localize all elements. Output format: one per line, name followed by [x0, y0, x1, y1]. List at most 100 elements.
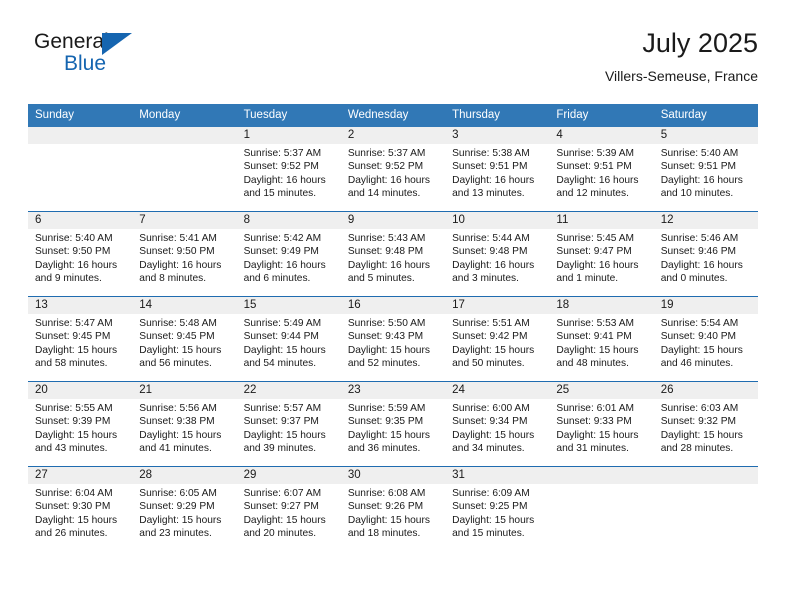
day-number: 13 [28, 297, 133, 314]
daylight-text-line1: Daylight: 16 hours [243, 174, 326, 186]
day-cell[interactable]: 11 Sunrise: 5:45 AM Sunset: 9:47 PM Dayligh… [549, 211, 654, 297]
sunrise-text: Sunrise: 5:40 AM [660, 148, 739, 159]
day-number: 14 [132, 297, 237, 314]
day-cell[interactable] [653, 466, 758, 551]
day-number: 8 [236, 212, 341, 229]
daylight-text-line2: and 31 minutes. [556, 443, 629, 455]
day-number: 21 [132, 382, 237, 399]
daylight-text-line2: and 34 minutes. [452, 443, 525, 455]
day-cell[interactable]: 21 Sunrise: 5:56 AM Sunset: 9:38 PM Dayligh… [132, 381, 237, 467]
day-cell[interactable]: 8 Sunrise: 5:42 AM Sunset: 9:49 PM Daylight… [236, 211, 341, 297]
calendar-body: 1 Sunrise: 5:37 AM Sunset: 9:52 PM Daylight… [28, 127, 758, 551]
day-cell[interactable]: 3 Sunrise: 5:38 AM Sunset: 9:51 PM Daylight… [445, 127, 550, 212]
day-cell[interactable]: 19 Sunrise: 5:54 AM Sunset: 9:40 PM Dayligh… [653, 296, 758, 382]
day-details: Sunrise: 6:07 AM Sunset: 9:27 PM Daylight:… [237, 484, 341, 541]
title-block: July 2025 Villers-Semeuse, France [605, 26, 758, 86]
sunset-text: Sunset: 9:42 PM [452, 331, 528, 343]
day-number: 2 [340, 127, 446, 144]
day-cell[interactable]: 17 Sunrise: 5:51 AM Sunset: 9:42 PM Dayligh… [445, 296, 550, 382]
brand-logo[interactable]: General Blue [34, 30, 194, 86]
sunset-text: Sunset: 9:32 PM [660, 416, 737, 428]
day-cell[interactable]: 22 Sunrise: 5:57 AM Sunset: 9:37 PM Dayligh… [236, 381, 341, 467]
day-details: Sunrise: 5:42 AM Sunset: 9:49 PM Daylight:… [237, 229, 341, 286]
sunrise-text: Sunrise: 5:44 AM [452, 233, 530, 244]
day-cell[interactable]: 9 Sunrise: 5:43 AM Sunset: 9:48 PM Daylight… [340, 211, 446, 297]
day-cell[interactable]: 10 Sunrise: 5:44 AM Sunset: 9:48 PM Dayligh… [445, 211, 550, 297]
day-cell[interactable]: 24 Sunrise: 6:00 AM Sunset: 9:34 PM Dayligh… [445, 381, 550, 467]
daylight-text-line2: and 56 minutes. [139, 358, 212, 370]
day-cell[interactable]: 2 Sunrise: 5:37 AM Sunset: 9:52 PM Daylight… [340, 127, 446, 212]
day-number: 23 [340, 382, 446, 399]
day-cell[interactable]: 6 Sunrise: 5:40 AM Sunset: 9:50 PM Daylight… [28, 211, 133, 297]
day-details [28, 144, 132, 147]
day-cell[interactable]: 16 Sunrise: 5:50 AM Sunset: 9:43 PM Dayligh… [340, 296, 446, 382]
day-cell[interactable]: 27 Sunrise: 6:04 AM Sunset: 9:30 PM Dayligh… [28, 466, 133, 551]
daylight-text-line1: Daylight: 15 hours [556, 344, 639, 356]
day-cell[interactable]: 15 Sunrise: 5:49 AM Sunset: 9:44 PM Dayligh… [236, 296, 341, 382]
daylight-text-line2: and 48 minutes. [556, 358, 629, 370]
day-cell[interactable]: 28 Sunrise: 6:05 AM Sunset: 9:29 PM Dayligh… [132, 466, 237, 551]
sunrise-text: Sunrise: 5:50 AM [347, 318, 426, 329]
sunrise-text: Sunrise: 5:51 AM [452, 318, 530, 329]
day-details: Sunrise: 5:53 AM Sunset: 9:41 PM Daylight:… [549, 314, 653, 371]
day-cell[interactable]: 4 Sunrise: 5:39 AM Sunset: 9:51 PM Daylight… [549, 127, 654, 212]
weekday-header-saturday: Saturday [653, 104, 758, 127]
daylight-text-line2: and 10 minutes. [660, 188, 734, 200]
day-details: Sunrise: 5:40 AM Sunset: 9:50 PM Daylight:… [28, 229, 132, 286]
day-cell[interactable]: 18 Sunrise: 5:53 AM Sunset: 9:41 PM Dayligh… [549, 296, 654, 382]
day-cell[interactable]: 1 Sunrise: 5:37 AM Sunset: 9:52 PM Daylight… [236, 127, 341, 212]
day-cell[interactable] [132, 127, 237, 212]
day-cell[interactable] [549, 466, 654, 551]
sunrise-text: Sunrise: 5:48 AM [139, 318, 217, 329]
calendar-page: General Blue July 2025 Villers-Semeuse, … [0, 0, 792, 612]
sunrise-text: Sunrise: 6:05 AM [139, 488, 217, 499]
day-cell[interactable]: 30 Sunrise: 6:08 AM Sunset: 9:26 PM Dayligh… [340, 466, 446, 551]
day-cell[interactable]: 7 Sunrise: 5:41 AM Sunset: 9:50 PM Daylight… [132, 211, 237, 297]
sunset-text: Sunset: 9:50 PM [139, 246, 215, 258]
daylight-text-line1: Daylight: 15 hours [35, 429, 118, 441]
day-cell[interactable]: 12 Sunrise: 5:46 AM Sunset: 9:46 PM Dayligh… [653, 211, 758, 297]
daylight-text-line2: and 15 minutes. [243, 188, 317, 200]
daylight-text-line1: Daylight: 16 hours [660, 174, 743, 186]
brand-name-blue: Blue [64, 52, 107, 75]
sunset-text: Sunset: 9:27 PM [243, 501, 319, 513]
daylight-text-line2: and 12 minutes. [556, 188, 629, 200]
sunrise-text: Sunrise: 6:03 AM [660, 403, 739, 414]
sunrise-text: Sunrise: 5:47 AM [35, 318, 113, 329]
sunset-text: Sunset: 9:35 PM [347, 416, 424, 428]
day-number: 29 [236, 467, 341, 484]
daylight-text-line2: and 39 minutes. [243, 443, 317, 455]
daylight-text-line2: and 43 minutes. [35, 443, 108, 455]
day-number: 9 [340, 212, 446, 229]
day-cell[interactable]: 26 Sunrise: 6:03 AM Sunset: 9:32 PM Dayligh… [653, 381, 758, 467]
daylight-text-line2: and 8 minutes. [139, 273, 207, 285]
sunset-text: Sunset: 9:26 PM [347, 501, 424, 513]
day-cell[interactable]: 20 Sunrise: 5:55 AM Sunset: 9:39 PM Dayligh… [28, 381, 133, 467]
day-cell[interactable]: 13 Sunrise: 5:47 AM Sunset: 9:45 PM Dayligh… [28, 296, 133, 382]
daylight-text-line1: Daylight: 16 hours [347, 259, 430, 271]
day-details: Sunrise: 5:37 AM Sunset: 9:52 PM Daylight:… [237, 144, 341, 201]
day-cell[interactable]: 14 Sunrise: 5:48 AM Sunset: 9:45 PM Dayligh… [132, 296, 237, 382]
daylight-text-line1: Daylight: 15 hours [347, 429, 430, 441]
day-cell[interactable] [28, 127, 133, 212]
sunset-text: Sunset: 9:48 PM [347, 246, 424, 258]
day-number [28, 127, 133, 144]
day-details: Sunrise: 5:46 AM Sunset: 9:46 PM Daylight:… [654, 229, 758, 286]
day-number: 25 [549, 382, 654, 399]
daylight-text-line2: and 0 minutes. [660, 273, 728, 285]
daylight-text-line1: Daylight: 15 hours [660, 429, 743, 441]
daylight-text-line2: and 15 minutes. [452, 528, 525, 540]
daylight-text-line2: and 14 minutes. [347, 188, 421, 200]
sunset-text: Sunset: 9:29 PM [139, 501, 215, 513]
day-cell[interactable]: 5 Sunrise: 5:40 AM Sunset: 9:51 PM Daylight… [653, 127, 758, 212]
day-cell[interactable]: 31 Sunrise: 6:09 AM Sunset: 9:25 PM Dayligh… [445, 466, 550, 551]
day-cell[interactable]: 29 Sunrise: 6:07 AM Sunset: 9:27 PM Dayligh… [236, 466, 341, 551]
day-number: 19 [653, 297, 758, 314]
daylight-text-line2: and 50 minutes. [452, 358, 525, 370]
daylight-text-line1: Daylight: 15 hours [243, 514, 326, 526]
daylight-text-line1: Daylight: 15 hours [452, 429, 535, 441]
day-cell[interactable]: 23 Sunrise: 5:59 AM Sunset: 9:35 PM Dayligh… [340, 381, 446, 467]
week-row: 20 Sunrise: 5:55 AM Sunset: 9:39 PM Dayligh… [28, 381, 758, 467]
day-cell[interactable]: 25 Sunrise: 6:01 AM Sunset: 9:33 PM Dayligh… [549, 381, 654, 467]
day-number: 31 [445, 467, 550, 484]
